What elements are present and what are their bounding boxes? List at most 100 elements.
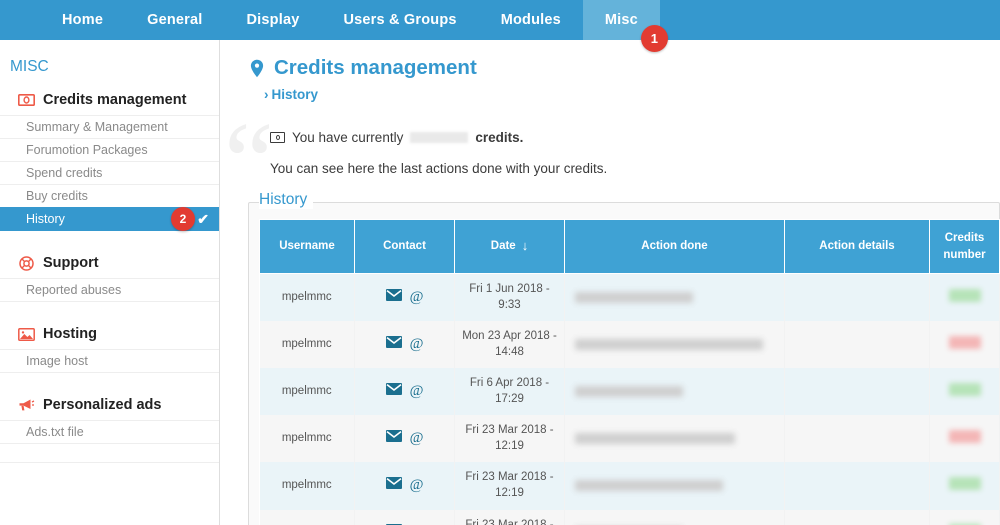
envelope-icon[interactable]: [385, 430, 402, 448]
column-header-date[interactable]: Date ↓: [454, 218, 565, 275]
column-header-contact-label: Contact: [383, 240, 426, 253]
sidebar: MISC Credits management Summary & Manage…: [0, 40, 220, 525]
redacted-text: [575, 432, 735, 444]
cell-credits-number: [929, 415, 1000, 463]
tab-misc[interactable]: Misc 1: [582, 0, 668, 52]
tab-users-and-groups[interactable]: Users & Groups: [321, 0, 478, 40]
at-sign-icon[interactable]: @: [410, 384, 424, 399]
envelope-icon[interactable]: [385, 383, 402, 401]
column-header-action-details-label: Action details: [819, 240, 895, 253]
cell-action-done: [564, 368, 785, 416]
step-badge-2: 2: [171, 207, 195, 231]
cell-username: mpelmmc: [259, 415, 355, 463]
cell-date: Fri 6 Apr 2018 - 17:29: [454, 368, 565, 416]
history-panel-legend: History: [259, 191, 314, 209]
credits-balance-line: You have currently credits.: [270, 130, 960, 145]
cell-action-details: [784, 415, 930, 463]
cell-contact: @: [354, 415, 455, 463]
redacted-text: [575, 385, 683, 397]
sidebar-item-label: History: [26, 212, 65, 226]
column-header-date-label: Date: [490, 240, 516, 253]
sidebar-group-personalized-ads: Personalized ads: [0, 391, 219, 421]
cell-action-details: [784, 321, 930, 369]
cell-credits-number: [929, 509, 1000, 525]
at-sign-icon[interactable]: @: [410, 478, 424, 493]
table-row: mpelmmc @ Fri 1 Jun 2018 - 9:33: [259, 273, 1000, 322]
tab-display[interactable]: Display: [225, 0, 322, 40]
location-pin-icon: [248, 59, 265, 77]
redacted-credits-value: [948, 382, 981, 396]
sidebar-item-reported-abuses[interactable]: Reported abuses: [0, 278, 219, 302]
cell-action-details: [784, 368, 930, 416]
sidebar-title: MISC: [10, 58, 49, 75]
cell-credits-number: [929, 273, 1000, 322]
table-header-row: Username Contact Date ↓ Action done Actio…: [259, 218, 1000, 275]
redacted-text: [575, 291, 693, 303]
column-header-username-label: Username: [279, 240, 335, 253]
cell-date: Fri 23 Mar 2018 - 12:19: [454, 462, 565, 510]
breadcrumb: › History: [248, 80, 1000, 102]
step-badge-1: 1: [640, 25, 668, 52]
cell-action-done: [564, 462, 785, 510]
page-title-text: Credits management: [274, 56, 477, 79]
tab-modules-label: Modules: [500, 12, 561, 28]
tab-home[interactable]: Home: [40, 0, 125, 40]
credits-balance-suffix: credits.: [475, 130, 524, 145]
cell-credits-number: [929, 462, 1000, 510]
sidebar-item-label: Summary & Management: [26, 120, 168, 134]
history-table-body: mpelmmc @ Fri 1 Jun 2018 - 9:33 mpelmmc @ Mon…: [259, 273, 1000, 525]
tab-general[interactable]: General: [125, 0, 224, 40]
tab-display-label: Display: [246, 12, 300, 28]
credits-balance-prefix: You have currently: [292, 130, 404, 145]
envelope-icon[interactable]: [385, 336, 402, 354]
page-layout: MISC Credits management Summary & Manage…: [0, 40, 1000, 525]
cell-username: mpelmmc: [259, 321, 355, 369]
cell-date: Fri 1 Jun 2018 - 9:33: [454, 273, 565, 322]
tab-users-and-groups-label: Users & Groups: [343, 12, 457, 28]
sidebar-item-label: Buy credits: [26, 189, 88, 203]
table-row: mpelmmc @ Fri 23 Mar 2018 - 12:19: [259, 415, 1000, 463]
sidebar-item-label: Forumotion Packages: [26, 143, 148, 157]
cell-action-details: [784, 273, 930, 322]
sidebar-item-forumotion-packages[interactable]: Forumotion Packages: [0, 138, 219, 162]
tab-general-label: General: [147, 12, 203, 28]
at-sign-icon[interactable]: @: [410, 337, 424, 352]
column-header-action-done[interactable]: Action done: [564, 218, 785, 275]
cell-action-done: [564, 415, 785, 463]
tab-modules[interactable]: Modules: [479, 0, 583, 40]
table-row: mpelmmc@Fri 23 Mar 2018 - 9:33: [259, 509, 1000, 525]
lifebuoy-icon: [18, 255, 35, 271]
sidebar-item-label: Spend credits: [26, 166, 103, 180]
column-header-contact[interactable]: Contact: [354, 218, 455, 275]
envelope-icon[interactable]: [385, 289, 402, 307]
sidebar-item-summary-and-management[interactable]: Summary & Management: [0, 115, 219, 139]
column-header-credits-number[interactable]: Credits number: [929, 218, 1000, 275]
sidebar-group-support-label: Support: [43, 255, 99, 271]
cell-credits-number: [929, 368, 1000, 416]
cell-contact: @: [354, 321, 455, 369]
cell-date: Fri 23 Mar 2018 - 12:19: [454, 415, 565, 463]
at-sign-icon[interactable]: @: [410, 431, 424, 446]
sidebar-group-credits-management-label: Credits management: [43, 92, 187, 108]
redacted-credits-value: [948, 429, 981, 443]
column-header-credits-number-label: Credits number: [943, 232, 986, 261]
cell-action-done: [564, 321, 785, 369]
sidebar-item-buy-credits[interactable]: Buy credits: [0, 184, 219, 208]
sidebar-item-spend-credits[interactable]: Spend credits: [0, 161, 219, 185]
cell-username: mpelmmc: [259, 462, 355, 510]
envelope-icon[interactable]: [385, 477, 402, 495]
column-header-username[interactable]: Username: [259, 218, 355, 275]
sidebar-item-image-host[interactable]: Image host: [0, 349, 219, 373]
cell-username: mpelmmc: [259, 273, 355, 322]
redacted-text: [575, 338, 763, 350]
redacted-credits-value: [948, 288, 981, 302]
sidebar-item-history[interactable]: History 2 ✔: [0, 207, 219, 231]
column-header-action-details[interactable]: Action details: [784, 218, 930, 275]
at-sign-icon[interactable]: @: [410, 290, 424, 305]
sidebar-item-ads-txt-file[interactable]: Ads.txt file: [0, 420, 219, 444]
banknote-icon: [18, 93, 35, 108]
table-row: mpelmmc @ Fri 23 Mar 2018 - 12:19: [259, 462, 1000, 510]
column-header-action-done-label: Action done: [641, 240, 708, 253]
